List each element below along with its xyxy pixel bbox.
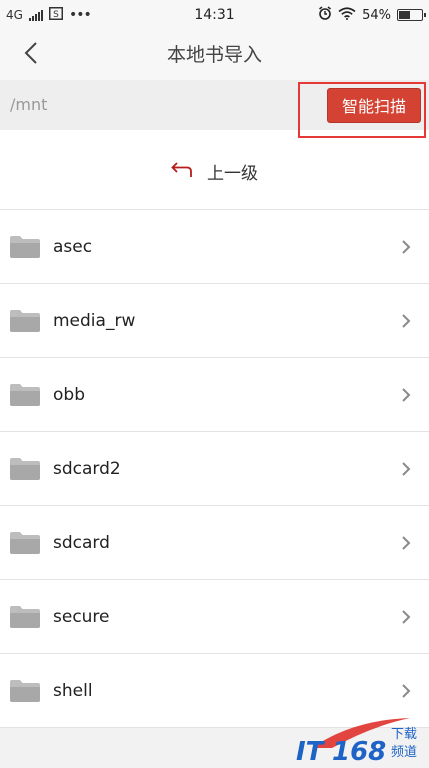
folder-name: media_rw bbox=[53, 311, 136, 331]
folder-icon bbox=[10, 605, 40, 628]
up-level-button[interactable]: 上一级 bbox=[0, 134, 429, 210]
folder-icon bbox=[10, 309, 40, 332]
folder-item[interactable]: sdcard bbox=[0, 506, 429, 580]
up-level-label: 上一级 bbox=[207, 164, 258, 184]
folder-name: secure bbox=[53, 607, 110, 627]
current-path: /mnt bbox=[10, 95, 48, 114]
folder-icon bbox=[10, 457, 40, 480]
folder-name: asec bbox=[53, 237, 93, 257]
svg-text:IT: IT bbox=[296, 737, 326, 766]
folder-icon bbox=[10, 531, 40, 554]
folder-name: sdcard2 bbox=[53, 459, 121, 479]
battery-icon bbox=[397, 9, 426, 21]
svg-text:168: 168 bbox=[332, 737, 386, 766]
smart-scan-button[interactable]: 智能扫描 bbox=[327, 88, 421, 123]
chevron-right-icon bbox=[401, 535, 411, 551]
status-bar: 4G S ••• 14:31 54% bbox=[0, 0, 429, 30]
folder-item[interactable]: obb bbox=[0, 358, 429, 432]
folder-name: sdcard bbox=[53, 533, 110, 553]
folder-item[interactable]: sdcard2 bbox=[0, 432, 429, 506]
battery-percent: 54% bbox=[362, 7, 391, 23]
it168-watermark-logo: IT 168 下载 频道 bbox=[292, 714, 426, 767]
folder-name: shell bbox=[53, 681, 93, 701]
folder-name: obb bbox=[53, 385, 85, 405]
folder-icon bbox=[10, 235, 40, 258]
wifi-icon bbox=[338, 6, 356, 24]
alarm-icon bbox=[318, 6, 332, 24]
folder-list: asec media_rw obb sdcard2 sdcard secure … bbox=[0, 210, 429, 728]
chevron-right-icon bbox=[401, 461, 411, 477]
chevron-right-icon bbox=[401, 239, 411, 255]
page-title: 本地书导入 bbox=[166, 44, 262, 66]
folder-item[interactable]: media_rw bbox=[0, 284, 429, 358]
chevron-right-icon bbox=[401, 683, 411, 699]
header: 本地书导入 bbox=[0, 30, 429, 80]
chevron-right-icon bbox=[401, 313, 411, 329]
folder-icon bbox=[10, 383, 40, 406]
chevron-right-icon bbox=[401, 387, 411, 403]
folder-item[interactable]: secure bbox=[0, 580, 429, 654]
chevron-right-icon bbox=[401, 609, 411, 625]
folder-item[interactable]: asec bbox=[0, 210, 429, 284]
svg-text:频道: 频道 bbox=[391, 745, 417, 760]
svg-text:下载: 下载 bbox=[391, 727, 417, 742]
return-arrow-icon bbox=[171, 161, 193, 183]
status-right: 54% bbox=[318, 0, 426, 30]
folder-icon bbox=[10, 679, 40, 702]
